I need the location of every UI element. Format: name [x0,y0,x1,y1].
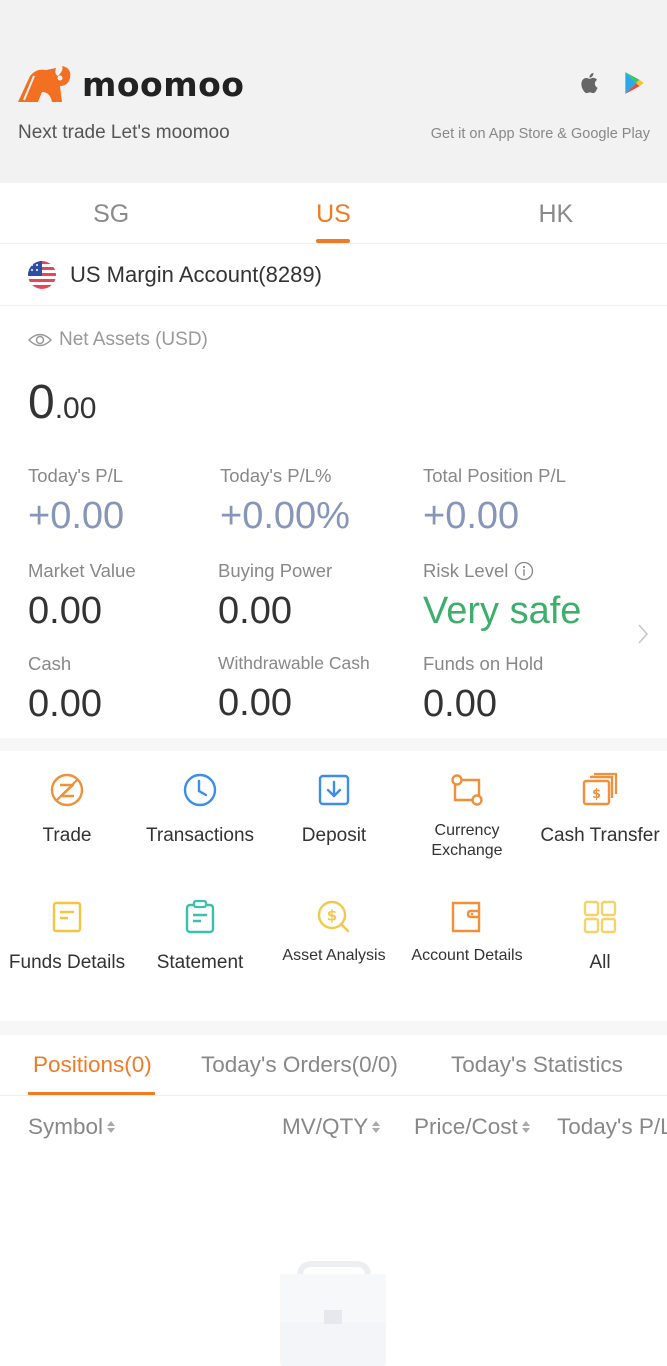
deposit-button[interactable]: Deposit [267,772,401,846]
account-name: US Margin Account(8289) [70,262,322,287]
funds-details-button[interactable]: Funds Details [0,899,134,973]
clock-icon [183,773,217,807]
info-icon[interactable] [514,561,534,581]
bull-logo-icon [18,66,71,102]
brand-name: moomoo [82,64,245,104]
tab-us[interactable]: US [222,183,444,243]
currency-exchange-icon [451,774,483,806]
sort-icon [521,1121,530,1133]
column-symbol[interactable]: Symbol [28,1114,116,1140]
statement-button[interactable]: Statement [133,899,267,973]
sort-icon [372,1121,381,1133]
transactions-button[interactable]: Transactions [133,772,267,846]
svg-text:$: $ [327,907,337,925]
tab-positions[interactable]: Positions(0) [28,1052,155,1095]
cash-transfer-icon: $ [582,772,618,806]
chevron-right-icon[interactable] [636,622,650,646]
us-flag-icon [28,261,56,289]
net-assets-label: Net Assets (USD) [28,329,208,351]
all-button[interactable]: All [533,899,667,973]
trade-icon [50,773,84,807]
column-todays-pl[interactable]: Today's P/L [557,1114,667,1140]
trade-button[interactable]: Trade [0,772,134,846]
moomoo-logo: moomoo [16,64,244,104]
tab-hk[interactable]: HK [445,183,667,243]
svg-text:$: $ [592,787,601,802]
todays-pl: Today's P/L +0.00 [28,465,125,537]
tagline: Next trade Let's moomoo [18,122,230,143]
net-assets-value: 0.00 [28,376,97,429]
app-download-banner: moomoo Next trade Let's moomoo Get it on… [0,0,667,183]
account-details-button[interactable]: Account Details [400,899,534,966]
deposit-icon [318,774,350,806]
asset-analysis-icon: $ [317,900,350,933]
market-tabs: SG US HK [0,183,667,244]
tab-sg[interactable]: SG [0,183,222,243]
cash: Cash 0.00 [28,653,102,725]
wallet-icon [451,901,481,933]
withdrawable-cash: Withdrawable Cash 0.00 [218,653,370,724]
buying-power: Buying Power 0.00 [218,560,333,632]
section-divider [0,738,667,751]
funds-on-hold: Funds on Hold 0.00 [423,653,544,725]
asset-analysis-button[interactable]: $ Asset Analysis [267,899,401,966]
cash-transfer-button[interactable]: $ Cash Transfer [533,772,667,846]
column-price-cost[interactable]: Price/Cost [414,1114,531,1140]
tab-todays-orders[interactable]: Today's Orders(0/0) [201,1052,398,1078]
column-mv-qty[interactable]: MV/QTY [282,1114,381,1140]
currency-exchange-button[interactable]: Currency Exchange [400,772,534,861]
tab-todays-statistics[interactable]: Today's Statistics [451,1052,623,1078]
google-play-icon[interactable] [621,70,647,96]
grid-icon [583,900,617,934]
store-caption: Get it on App Store & Google Play [430,126,650,142]
eye-icon[interactable] [28,331,52,349]
statement-icon [185,899,215,934]
sort-icon [107,1121,116,1133]
total-position-pl: Total Position P/L +0.00 [423,465,566,537]
market-value: Market Value 0.00 [28,560,136,632]
risk-level-value: Very safe [423,590,582,632]
todays-pl-percent: Today's P/L% +0.00% [220,465,350,537]
position-tabs: Positions(0) Today's Orders(0/0) Today's… [0,1035,667,1096]
funds-details-icon [52,901,82,933]
account-selector[interactable]: US Margin Account(8289) [0,245,667,306]
risk-level[interactable]: Risk Level Very safe [423,560,581,633]
empty-briefcase-icon [280,1261,386,1366]
section-divider [0,1021,667,1035]
apple-icon[interactable] [577,70,603,96]
